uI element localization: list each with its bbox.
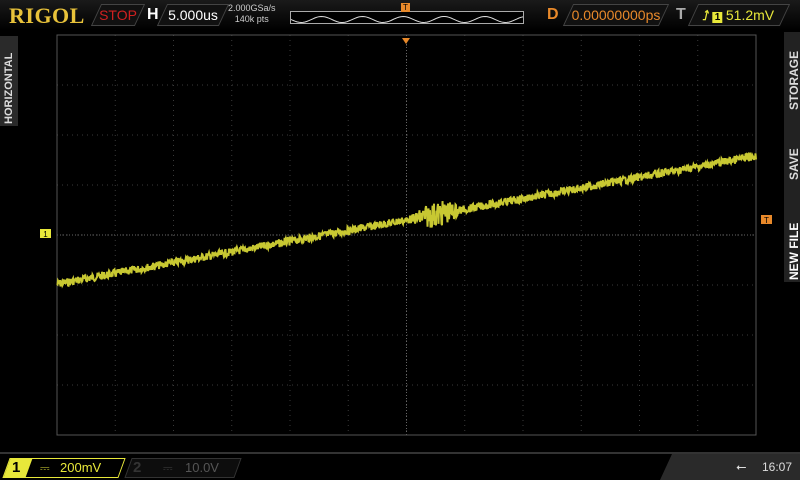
bottom-bar: 1 ⎓ 200mV 2 ⎓ 10.0V ⭠ 16:07	[0, 452, 800, 480]
usb-icon: ⭠	[736, 459, 747, 474]
ch2-dc-coupling-icon: ⎓	[163, 461, 173, 475]
clock: 16:07	[762, 460, 793, 474]
trigger-level-label: T	[764, 216, 769, 225]
ch1-dc-coupling-icon: ⎓	[40, 461, 50, 475]
ch1-ground-label: 1	[43, 230, 48, 239]
ch2-settings[interactable]	[124, 458, 242, 478]
ch2-scale: 10.0V	[185, 460, 219, 475]
ch1-scale: 200mV	[60, 460, 102, 475]
status-area: ⭠ 16:07	[660, 454, 800, 480]
graticule	[57, 35, 756, 435]
ch2-number: 2	[133, 459, 142, 476]
waveform-display[interactable]: 1 T	[0, 0, 800, 450]
trigger-position-marker	[402, 38, 410, 44]
ch1-number: 1	[12, 459, 21, 476]
